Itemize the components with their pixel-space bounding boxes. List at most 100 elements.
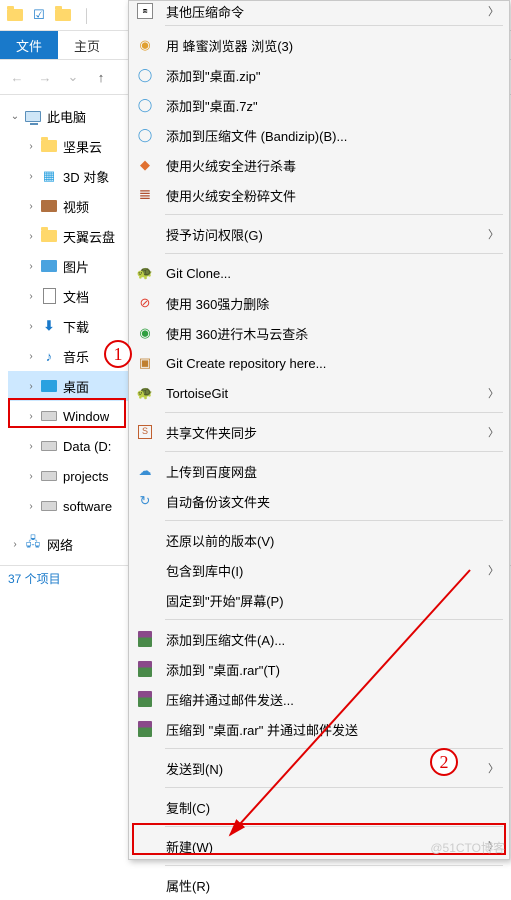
menu-item[interactable]: 压缩到 "桌面.rar" 并通过邮件发送 [129, 714, 509, 744]
bandizip-icon: ◯ [135, 95, 155, 115]
tree-label: 桌面 [63, 377, 89, 396]
tree-item[interactable]: ›Window [8, 401, 130, 431]
menu-item[interactable]: 发送到(N)〉 [129, 753, 509, 783]
submenu-arrow-icon: 〉 [488, 424, 499, 440]
tree-item[interactable]: ›坚果云 [8, 131, 130, 161]
tree-item[interactable]: › 图片 [8, 251, 130, 281]
menu-item[interactable]: 添加到 "桌面.rar"(T) [129, 654, 509, 684]
menu-item[interactable]: ◯添加到"桌面.zip" [129, 60, 509, 90]
chevron-right-icon[interactable]: › [24, 321, 38, 332]
menu-item[interactable]: ◆使用火绒安全进行杀毒 [129, 150, 509, 180]
doc-icon [40, 287, 58, 305]
quick-folder-icon[interactable] [52, 4, 74, 26]
menu-item-label: TortoiseGit [166, 386, 482, 401]
tree-item[interactable]: › 视频 [8, 191, 130, 221]
menu-item[interactable]: ▣Git Create repository here... [129, 348, 509, 378]
menu-item[interactable]: 添加到压缩文件(A)... [129, 624, 509, 654]
chevron-right-icon[interactable]: › [24, 201, 38, 212]
baidu-sync-icon: ↻ [135, 491, 155, 511]
chevron-right-icon[interactable]: › [24, 231, 38, 242]
network-icon: 🖧 [24, 535, 42, 553]
menu-item[interactable]: 包含到库中(I)〉 [129, 555, 509, 585]
menu-item[interactable]: 新建(W) 〉 [129, 831, 509, 861]
menu-item[interactable]: ☁ 上传到百度网盘 [129, 456, 509, 486]
chevron-right-icon[interactable]: › [24, 411, 38, 422]
up-icon[interactable]: ↑ [92, 68, 110, 86]
dropdown-history-icon[interactable]: ⌄ [64, 68, 82, 86]
disk-icon [40, 467, 58, 485]
chevron-right-icon[interactable]: › [24, 501, 38, 512]
share-icon: S [135, 422, 155, 442]
submenu-arrow-icon: 〉 [488, 838, 499, 854]
chevron-right-icon[interactable]: › [24, 141, 38, 152]
tree-label: 3D 对象 [63, 167, 109, 186]
video-icon [40, 197, 58, 215]
tree-network[interactable]: › 🖧 网络 [8, 529, 130, 559]
menu-item[interactable]: 🐢TortoiseGit〉 [129, 378, 509, 408]
tree-item[interactable]: ›♪音乐 [8, 341, 130, 371]
menu-item-label: 上传到百度网盘 [166, 462, 499, 481]
tree-item[interactable]: ›software [8, 491, 130, 521]
menu-item[interactable]: 压缩并通过邮件发送... [129, 684, 509, 714]
menu-separator [165, 748, 503, 749]
tree-label: 图片 [63, 257, 89, 276]
quick-check-icon[interactable]: ☑ [28, 4, 50, 26]
blank-icon [135, 590, 155, 610]
menu-item-label: 固定到"开始"屏幕(P) [166, 591, 499, 610]
menu-item-label: 添加到"桌面.7z" [166, 96, 499, 115]
menu-item[interactable]: ⧈其他压缩命令〉 [129, 1, 509, 21]
menu-item[interactable]: 属性(R) [129, 870, 509, 900]
chevron-right-icon[interactable]: › [24, 261, 38, 272]
360del-icon: ⊘ [135, 293, 155, 313]
menu-item[interactable]: 固定到"开始"屏幕(P) [129, 585, 509, 615]
tree-label: 视频 [63, 197, 89, 216]
tree-label: 下载 [63, 317, 89, 336]
chevron-right-icon[interactable]: › [24, 171, 38, 182]
chevron-right-icon[interactable]: › [8, 539, 22, 550]
submenu-arrow-icon: 〉 [488, 760, 499, 776]
menu-item[interactable]: 还原以前的版本(V) [129, 525, 509, 555]
tree-item[interactable]: ›⬇下载 [8, 311, 130, 341]
menu-item[interactable]: ◉用 蜂蜜浏览器 浏览(3) [129, 30, 509, 60]
chevron-right-icon[interactable]: › [24, 441, 38, 452]
tree-item[interactable]: ›Data (D: [8, 431, 130, 461]
menu-item-label: 新建(W) [166, 837, 482, 856]
chevron-right-icon[interactable]: › [24, 381, 38, 392]
menu-item[interactable]: 🐢Git Clone... [129, 258, 509, 288]
disk-icon [40, 437, 58, 455]
menu-item-label: 属性(R) [166, 876, 499, 895]
menu-separator [165, 451, 503, 452]
tree-label: 网络 [47, 535, 73, 554]
tree-label: 天翼云盘 [63, 227, 115, 246]
menu-item[interactable]: ⊘使用 360强力删除 [129, 288, 509, 318]
menu-item[interactable]: S 共享文件夹同步〉 [129, 417, 509, 447]
menu-item[interactable]: 𝌆使用火绒安全粉碎文件 [129, 180, 509, 210]
submenu-arrow-icon: 〉 [488, 562, 499, 578]
rar-icon [135, 719, 155, 739]
tree-item[interactable]: ›▦3D 对象 [8, 161, 130, 191]
baidu-icon: ☁ [135, 461, 155, 481]
menu-item[interactable]: ◉使用 360进行木马云查杀 [129, 318, 509, 348]
tree-item[interactable]: › 天翼云盘 [8, 221, 130, 251]
tree-item[interactable]: ›projects [8, 461, 130, 491]
menu-item[interactable]: 授予访问权限(G)〉 [129, 219, 509, 249]
desktop-icon [40, 377, 58, 395]
tab-home[interactable]: 主页 [58, 31, 116, 59]
menu-item[interactable]: ◯添加到压缩文件 (Bandizip)(B)... [129, 120, 509, 150]
chevron-right-icon[interactable]: › [24, 291, 38, 302]
menu-item[interactable]: ↻自动备份该文件夹 [129, 486, 509, 516]
menu-item-label: 共享文件夹同步 [166, 423, 482, 442]
chevron-right-icon[interactable]: › [24, 351, 38, 362]
chevron-down-icon[interactable]: ⌄ [8, 111, 22, 122]
menu-item[interactable]: ◯ 添加到"桌面.7z" [129, 90, 509, 120]
tree-root-this-pc[interactable]: ⌄ 此电脑 [8, 101, 130, 131]
tree-item[interactable]: ›文档 [8, 281, 130, 311]
menu-item[interactable]: 复制(C) [129, 792, 509, 822]
back-icon[interactable]: ← [8, 68, 26, 86]
forward-icon[interactable]: → [36, 68, 54, 86]
pc-icon [24, 107, 42, 125]
tree-item[interactable]: › 桌面 [8, 371, 130, 401]
chevron-right-icon[interactable]: › [24, 471, 38, 482]
tab-file[interactable]: 文件 [0, 31, 58, 59]
huorong-icon: ◆ [135, 155, 155, 175]
